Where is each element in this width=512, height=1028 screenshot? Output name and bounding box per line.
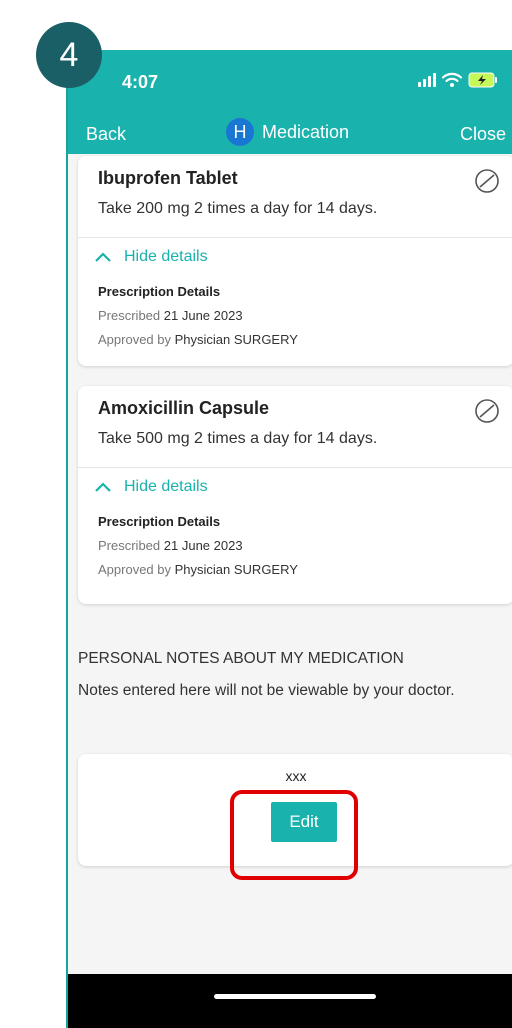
approved-by: Physician SURGERY [174,562,298,577]
medication-card: Amoxicillin Capsule Take 500 mg 2 times … [78,386,512,604]
pill-icon[interactable] [474,168,500,194]
approved-label: Approved by [98,332,171,347]
phone-screen: 4:07 Back H Medication Close Ibuprofen T… [66,50,512,1028]
content-area: Ibuprofen Tablet Take 200 mg 2 times a d… [68,154,512,974]
approved-label: Approved by [98,562,171,577]
chevron-up-icon [95,482,111,492]
approved-line: Approved by Physician SURGERY [98,332,298,347]
medication-card: Ibuprofen Tablet Take 200 mg 2 times a d… [78,156,512,366]
approved-by: Physician SURGERY [174,332,298,347]
prescription-details-title: Prescription Details [98,284,221,299]
prescribed-date: 21 June 2023 [163,308,243,323]
prescribed-line: Prescribed 21 June 2023 [98,538,243,553]
home-bar [68,974,512,1028]
prescribed-label: Prescribed [98,308,161,323]
pill-icon[interactable] [474,398,500,424]
notes-card: xxx Edit [78,754,512,866]
status-time: 4:07 [122,72,159,92]
status-bar: 4:07 [68,50,512,112]
navigation-bar: Back H Medication Close [68,112,512,154]
prescription-details-title: Prescription Details [98,514,221,529]
approved-line: Approved by Physician SURGERY [98,562,298,577]
nav-title-group: H Medication [226,118,349,146]
chevron-up-icon [95,252,111,262]
status-icons [418,72,498,88]
close-button[interactable]: Close [460,124,506,145]
prescribed-line: Prescribed 21 June 2023 [98,308,243,323]
medication-dose: Take 500 mg 2 times a day for 14 days. [98,430,378,447]
hide-details-label: Hide details [124,478,208,495]
wifi-icon [442,72,462,87]
medication-name: Ibuprofen Tablet [98,168,238,188]
hide-details-toggle[interactable]: Hide details [94,478,208,496]
notes-description: Notes entered here will not be viewable … [78,682,455,699]
notes-heading: PERSONAL NOTES ABOUT MY MEDICATION [78,650,404,667]
medication-card-header: Ibuprofen Tablet Take 200 mg 2 times a d… [78,156,512,238]
home-indicator[interactable] [214,994,376,999]
page-title: Medication [262,121,350,142]
prescribed-label: Prescribed [98,538,161,553]
note-text: xxx [285,768,307,784]
medication-card-header: Amoxicillin Capsule Take 500 mg 2 times … [78,386,512,468]
prescribed-date: 21 June 2023 [163,538,243,553]
edit-button[interactable]: Edit [271,802,337,842]
hide-details-label: Hide details [124,248,208,265]
step-badge: 4 [36,22,102,88]
medication-name: Amoxicillin Capsule [98,398,270,418]
app-logo-icon: H [226,118,254,146]
hide-details-toggle[interactable]: Hide details [94,248,208,266]
signal-icon [418,73,436,87]
medication-dose: Take 200 mg 2 times a day for 14 days. [98,200,378,217]
battery-charging-icon [468,72,497,88]
back-button[interactable]: Back [86,124,126,145]
